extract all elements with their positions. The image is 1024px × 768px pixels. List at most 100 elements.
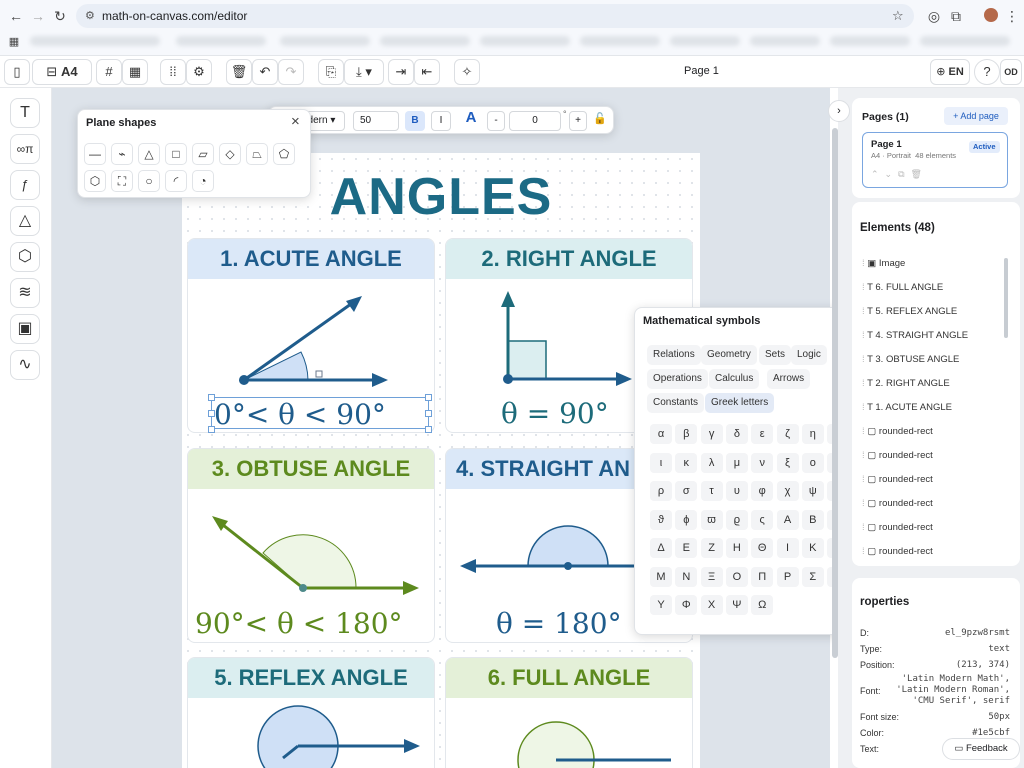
- element-row[interactable]: ⁞ ▢ rounded-rect: [862, 546, 933, 557]
- symbol-button[interactable]: ρ: [650, 481, 672, 501]
- selection-box[interactable]: [211, 397, 429, 429]
- element-row[interactable]: ⁞ ▢ rounded-rect: [862, 498, 933, 509]
- globe-icon[interactable]: ◎: [924, 6, 944, 26]
- text-tool-icon[interactable]: T: [10, 98, 40, 128]
- bold-button[interactable]: B: [405, 111, 425, 131]
- new-page-icon[interactable]: ⎘: [318, 59, 344, 85]
- symbol-button[interactable]: φ: [751, 481, 774, 501]
- symbol-button[interactable]: Ι: [776, 538, 799, 558]
- trapezoid-shape-icon[interactable]: ⏢: [246, 143, 268, 165]
- hexagon-shape-icon[interactable]: ⬡: [84, 170, 106, 192]
- symbol-button[interactable]: μ: [725, 452, 748, 473]
- card-reflex-angle[interactable]: 5. REFLEX ANGLE: [187, 657, 435, 768]
- ai-sparkle-icon[interactable]: ✧: [454, 59, 480, 85]
- apps-icon[interactable]: ▦: [4, 32, 24, 52]
- symbol-button[interactable]: υ: [725, 481, 748, 501]
- page-size-button[interactable]: ⊟ A4: [32, 59, 92, 85]
- symbol-button[interactable]: δ: [725, 424, 748, 444]
- layers-icon[interactable]: ≋: [10, 278, 40, 308]
- symbol-button[interactable]: Π: [751, 566, 774, 587]
- card-full-angle[interactable]: 6. FULL ANGLE: [445, 657, 693, 768]
- line-shape-icon[interactable]: —: [84, 143, 106, 165]
- lock-icon[interactable]: 🔓: [593, 112, 607, 125]
- address-bar[interactable]: ⚙ math-on-canvas.com/editor ☆: [76, 4, 914, 28]
- symbol-button[interactable]: ϑ: [650, 509, 672, 530]
- language-button[interactable]: ⊕ EN: [930, 59, 970, 85]
- feedback-button[interactable]: ▭ Feedback: [942, 738, 1020, 760]
- help-icon[interactable]: ?: [974, 59, 1000, 85]
- square-shape-icon[interactable]: □: [165, 143, 187, 165]
- arc-shape-icon[interactable]: ◜: [165, 170, 187, 192]
- cube-icon[interactable]: ⬡: [10, 242, 40, 272]
- symbol-button[interactable]: ϖ: [700, 509, 723, 530]
- symbol-button[interactable]: λ: [700, 452, 723, 473]
- collapse-chevron-icon[interactable]: ›: [828, 100, 850, 122]
- triangle-shape-icon[interactable]: △: [138, 143, 160, 165]
- draw-icon[interactable]: ∿: [10, 350, 40, 380]
- user-initials[interactable]: OD: [1000, 59, 1022, 85]
- symbol-button[interactable]: ζ: [776, 424, 799, 444]
- element-row[interactable]: ⁞ T 1. ACUTE ANGLE: [862, 402, 952, 413]
- canvas-scrollbar[interactable]: [832, 128, 838, 658]
- forward-icon[interactable]: →: [28, 6, 48, 26]
- polyline-shape-icon[interactable]: ⌁: [111, 143, 133, 165]
- category-chip[interactable]: Arrows: [767, 369, 811, 389]
- page-thumbnail[interactable]: Page 1 A4 · Portrait 48 elements Active …: [862, 132, 1008, 188]
- close-icon[interactable]: ×: [291, 113, 300, 130]
- symbol-button[interactable]: Φ: [675, 595, 698, 615]
- symbol-button[interactable]: η: [801, 424, 824, 444]
- elements-scrollbar[interactable]: [1004, 258, 1008, 338]
- symbol-button[interactable]: τ: [700, 481, 723, 501]
- symbol-button[interactable]: Θ: [751, 538, 774, 558]
- symbol-button[interactable]: ι: [650, 452, 672, 473]
- profile-avatar[interactable]: [984, 8, 998, 22]
- symbol-button[interactable]: σ: [675, 481, 698, 501]
- symbol-button[interactable]: ξ: [776, 452, 799, 473]
- spacing-increase-button[interactable]: +: [569, 111, 587, 131]
- symbol-button[interactable]: Ε: [675, 538, 698, 558]
- back-icon[interactable]: ←: [6, 6, 26, 26]
- rhombus-shape-icon[interactable]: ◇: [219, 143, 241, 165]
- symbol-button[interactable]: ψ: [801, 481, 824, 501]
- symbol-button[interactable]: Α: [776, 509, 799, 530]
- symbol-button[interactable]: Ω: [751, 595, 774, 615]
- symbol-button[interactable]: Χ: [700, 595, 723, 615]
- symbol-button[interactable]: Δ: [650, 538, 672, 558]
- undo-icon[interactable]: ↶: [252, 59, 278, 85]
- symbol-button[interactable]: Ξ: [700, 566, 723, 587]
- card-obtuse-angle[interactable]: 3. OBTUSE ANGLE 90°< θ < 180°: [187, 448, 435, 643]
- category-chip[interactable]: Relations: [647, 345, 701, 365]
- symbol-button[interactable]: Μ: [650, 566, 672, 587]
- card-formula[interactable]: θ = 180°: [496, 607, 622, 640]
- resize-handle[interactable]: [208, 410, 215, 417]
- function-icon[interactable]: ƒ: [10, 170, 40, 200]
- settings-icon[interactable]: ⚙: [186, 59, 212, 85]
- download-button[interactable]: ⤓ ▾: [344, 59, 384, 85]
- redo-icon[interactable]: ↷: [278, 59, 304, 85]
- resize-handle[interactable]: [208, 426, 215, 433]
- resize-handle[interactable]: [208, 394, 215, 401]
- symbol-button[interactable]: χ: [776, 481, 799, 501]
- symbol-button[interactable]: Σ: [801, 566, 824, 587]
- symbol-button[interactable]: ς: [751, 509, 774, 530]
- category-chip[interactable]: Operations: [647, 369, 708, 389]
- mobile-view-icon[interactable]: ▯: [4, 59, 30, 85]
- export-icon[interactable]: ⇤: [414, 59, 440, 85]
- element-row[interactable]: ⁞ ▢ rounded-rect: [862, 522, 933, 533]
- element-row[interactable]: ⁞ T 4. STRAIGHT ANGLE: [862, 330, 968, 341]
- symbol-button[interactable]: γ: [700, 424, 723, 444]
- category-chip[interactable]: Geometry: [701, 345, 757, 365]
- symbol-button[interactable]: Υ: [650, 595, 672, 615]
- element-row[interactable]: ⁞ ▢ rounded-rect: [862, 426, 933, 437]
- symbol-button[interactable]: α: [650, 424, 672, 444]
- sector-shape-icon[interactable]: ◔: [192, 170, 214, 192]
- category-chip[interactable]: Sets: [759, 345, 792, 365]
- card-formula[interactable]: θ = 90°: [501, 397, 609, 430]
- site-settings-icon[interactable]: ⚙: [85, 9, 95, 22]
- element-row[interactable]: ⁞ ▢ rounded-rect: [862, 450, 933, 461]
- symbol-button[interactable]: Κ: [801, 538, 824, 558]
- symbol-button[interactable]: Ψ: [725, 595, 748, 615]
- dots-grid-icon[interactable]: ⁞⁞: [160, 59, 186, 85]
- symbol-button[interactable]: ϱ: [725, 509, 748, 530]
- shapes-icon[interactable]: △: [10, 206, 40, 236]
